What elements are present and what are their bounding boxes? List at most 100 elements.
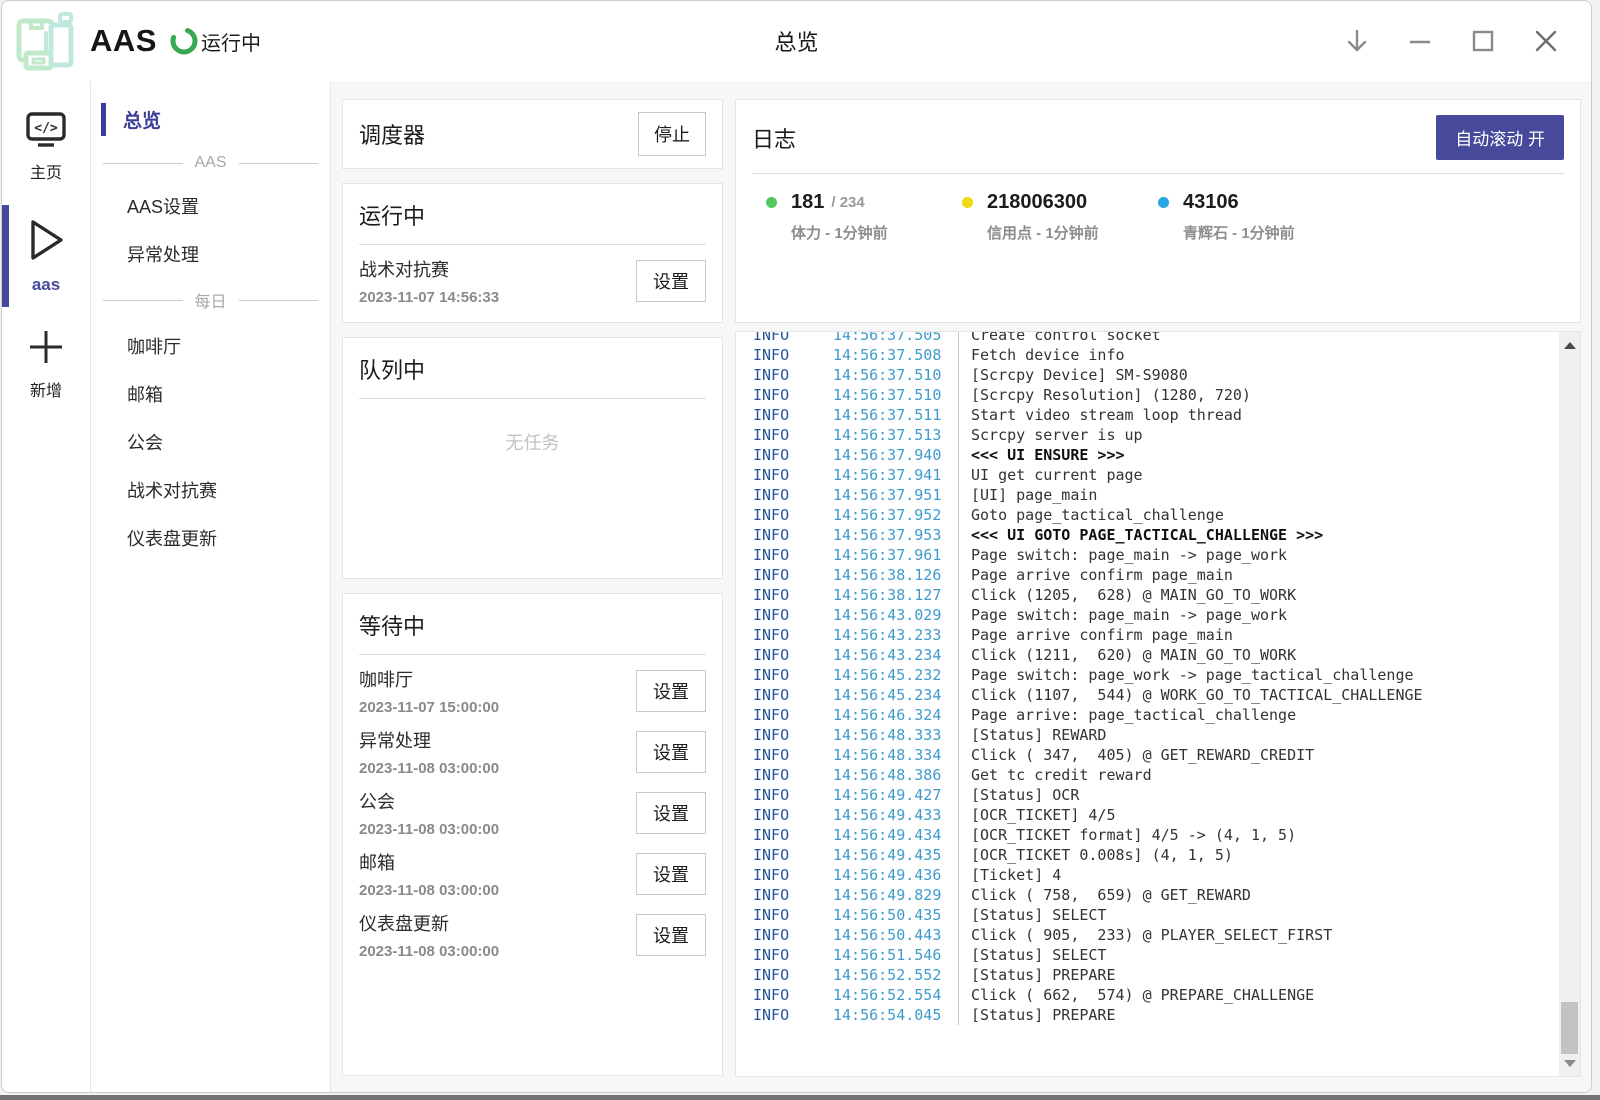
- settings-button[interactable]: 设置: [636, 792, 706, 834]
- scrollbar-thumb[interactable]: [1561, 1002, 1578, 1054]
- log-timestamp: 14:56:37.510: [833, 365, 958, 385]
- resource-stats: 181 / 234 体力 - 1分钟前 218006300 信用点 - 1分钟前: [736, 174, 1580, 243]
- sidebar-item[interactable]: 异常处理: [91, 234, 330, 274]
- sidebar-item[interactable]: 咖啡厅: [91, 326, 330, 366]
- download-icon[interactable]: [1344, 28, 1370, 54]
- log-message: Page switch: page_main -> page_work: [958, 545, 1556, 565]
- stop-button[interactable]: 停止: [638, 112, 706, 156]
- stat-value: 181: [791, 191, 824, 214]
- log-level: INFO: [753, 365, 833, 385]
- minimize-icon[interactable]: [1407, 28, 1433, 54]
- log-message: [Status] PREPARE: [958, 1005, 1556, 1025]
- sidebar-item[interactable]: AAS设置: [91, 186, 330, 226]
- log-level: INFO: [753, 465, 833, 485]
- sidebar-item[interactable]: 仪表盘更新: [91, 518, 330, 558]
- log-title: 日志: [752, 122, 796, 154]
- log-timestamp: 14:56:38.127: [833, 585, 958, 605]
- log-timestamp: 14:56:49.436: [833, 865, 958, 885]
- log-line: INFO14:56:49.433[OCR_TICKET] 4/5: [753, 805, 1556, 825]
- log-message: [Status] OCR: [958, 785, 1556, 805]
- log-line: INFO14:56:49.427[Status] OCR: [753, 785, 1556, 805]
- log-level: INFO: [753, 765, 833, 785]
- log-line: INFO14:56:49.829Click ( 758, 659) @ GET_…: [753, 885, 1556, 905]
- settings-button[interactable]: 设置: [636, 670, 706, 712]
- log-line: INFO14:56:37.953<<< UI GOTO PAGE_TACTICA…: [753, 525, 1556, 545]
- log-level: INFO: [753, 685, 833, 705]
- task-time: 2023-11-08 03:00:00: [359, 760, 499, 777]
- log-line: INFO14:56:37.505Create control socket: [753, 331, 1556, 345]
- code-monitor-icon: </>: [25, 111, 67, 154]
- main-area: 调度器 停止 运行中 战术对抗赛 2023-11-07 14:56:33 设置 …: [331, 81, 1591, 1093]
- log-level: INFO: [753, 725, 833, 745]
- log-line: INFO14:56:48.333[Status] REWARD: [753, 725, 1556, 745]
- app-window: AAS 运行中 总览: [1, 0, 1592, 1093]
- log-timestamp: 14:56:50.435: [833, 905, 958, 925]
- settings-button[interactable]: 设置: [636, 731, 706, 773]
- close-icon[interactable]: [1533, 28, 1559, 54]
- log-level: INFO: [753, 405, 833, 425]
- log-timestamp: 14:56:49.434: [833, 825, 958, 845]
- gems-dot-icon: [1158, 197, 1169, 208]
- log-line: INFO14:56:37.508Fetch device info: [753, 345, 1556, 365]
- log-scrollbar[interactable]: [1559, 332, 1580, 1076]
- stamina-dot-icon: [766, 197, 777, 208]
- log-message: [Status] PREPARE: [958, 965, 1556, 985]
- log-timestamp: 14:56:54.045: [833, 1005, 958, 1025]
- scroll-up-arrow-icon[interactable]: [1559, 338, 1580, 352]
- log-line: INFO14:56:37.510[Scrcpy Device] SM-S9080: [753, 365, 1556, 385]
- log-level: INFO: [753, 745, 833, 765]
- queue-empty-text: 无任务: [343, 429, 722, 455]
- log-message: <<< UI ENSURE >>>: [958, 445, 1556, 465]
- log-message: Fetch device info: [958, 345, 1556, 365]
- sidebar-item[interactable]: 邮箱: [91, 374, 330, 414]
- log-level: INFO: [753, 505, 833, 525]
- log-timestamp: 14:56:49.433: [833, 805, 958, 825]
- brand: AAS 运行中: [2, 8, 261, 74]
- log-line: INFO14:56:50.435[Status] SELECT: [753, 905, 1556, 925]
- log-timestamp: 14:56:37.953: [833, 525, 958, 545]
- icon-rail: </> 主页 aas 新增: [2, 81, 91, 1093]
- task-name: 战术对抗赛: [359, 256, 499, 282]
- sidebar-item[interactable]: 战术对抗赛: [91, 470, 330, 510]
- task-name: 公会: [359, 788, 499, 814]
- log-message: Click ( 758, 659) @ GET_REWARD: [958, 885, 1556, 905]
- autoscroll-toggle-button[interactable]: 自动滚动 开: [1436, 115, 1564, 160]
- log-message: Page arrive confirm page_main: [958, 565, 1556, 585]
- log-message: [Status] REWARD: [958, 725, 1556, 745]
- task-time: 2023-11-07 15:00:00: [359, 699, 499, 716]
- log-level: INFO: [753, 345, 833, 365]
- log-level: INFO: [753, 925, 833, 945]
- log-timestamp: 14:56:37.510: [833, 385, 958, 405]
- sidebar-group-daily: 咖啡厅 邮箱 公会 战术对抗赛 仪表盘更新: [91, 326, 330, 558]
- sidebar-item-overview[interactable]: 总览: [91, 99, 330, 140]
- settings-button[interactable]: 设置: [636, 914, 706, 956]
- log-timestamp: 14:56:37.505: [833, 331, 958, 345]
- log-line: INFO14:56:38.127Click (1205, 628) @ MAIN…: [753, 585, 1556, 605]
- log-level: INFO: [753, 385, 833, 405]
- log-line: INFO14:56:50.443Click ( 905, 233) @ PLAY…: [753, 925, 1556, 945]
- log-message: [OCR_TICKET format] 4/5 -> (4, 1, 5): [958, 825, 1556, 845]
- log-message: Start video stream loop thread: [958, 405, 1556, 425]
- credits-dot-icon: [962, 197, 973, 208]
- log-level: INFO: [753, 1005, 833, 1025]
- log-level: INFO: [753, 825, 833, 845]
- scroll-down-arrow-icon[interactable]: [1559, 1056, 1580, 1070]
- log-message: [UI] page_main: [958, 485, 1556, 505]
- rail-item-new[interactable]: 新增: [2, 317, 90, 413]
- rail-item-aas[interactable]: aas: [2, 205, 90, 307]
- log-level: INFO: [753, 425, 833, 445]
- sidebar-item[interactable]: 公会: [91, 422, 330, 462]
- sidebar-group-label: AAS: [195, 154, 227, 172]
- rail-item-home[interactable]: </> 主页: [2, 101, 90, 195]
- log-line: INFO14:56:43.233Page arrive confirm page…: [753, 625, 1556, 645]
- log-message: [Status] SELECT: [958, 905, 1556, 925]
- settings-button[interactable]: 设置: [636, 853, 706, 895]
- settings-button[interactable]: 设置: [636, 260, 706, 302]
- waiting-card: 等待中 咖啡厅 2023-11-07 15:00:00 设置: [342, 593, 723, 1076]
- title-bar: AAS 运行中 总览: [2, 1, 1591, 81]
- log-level: INFO: [753, 331, 833, 345]
- log-timestamp: 14:56:48.334: [833, 745, 958, 765]
- log-message: [Ticket] 4: [958, 865, 1556, 885]
- scheduler-title: 调度器: [359, 118, 425, 150]
- maximize-icon[interactable]: [1470, 28, 1496, 54]
